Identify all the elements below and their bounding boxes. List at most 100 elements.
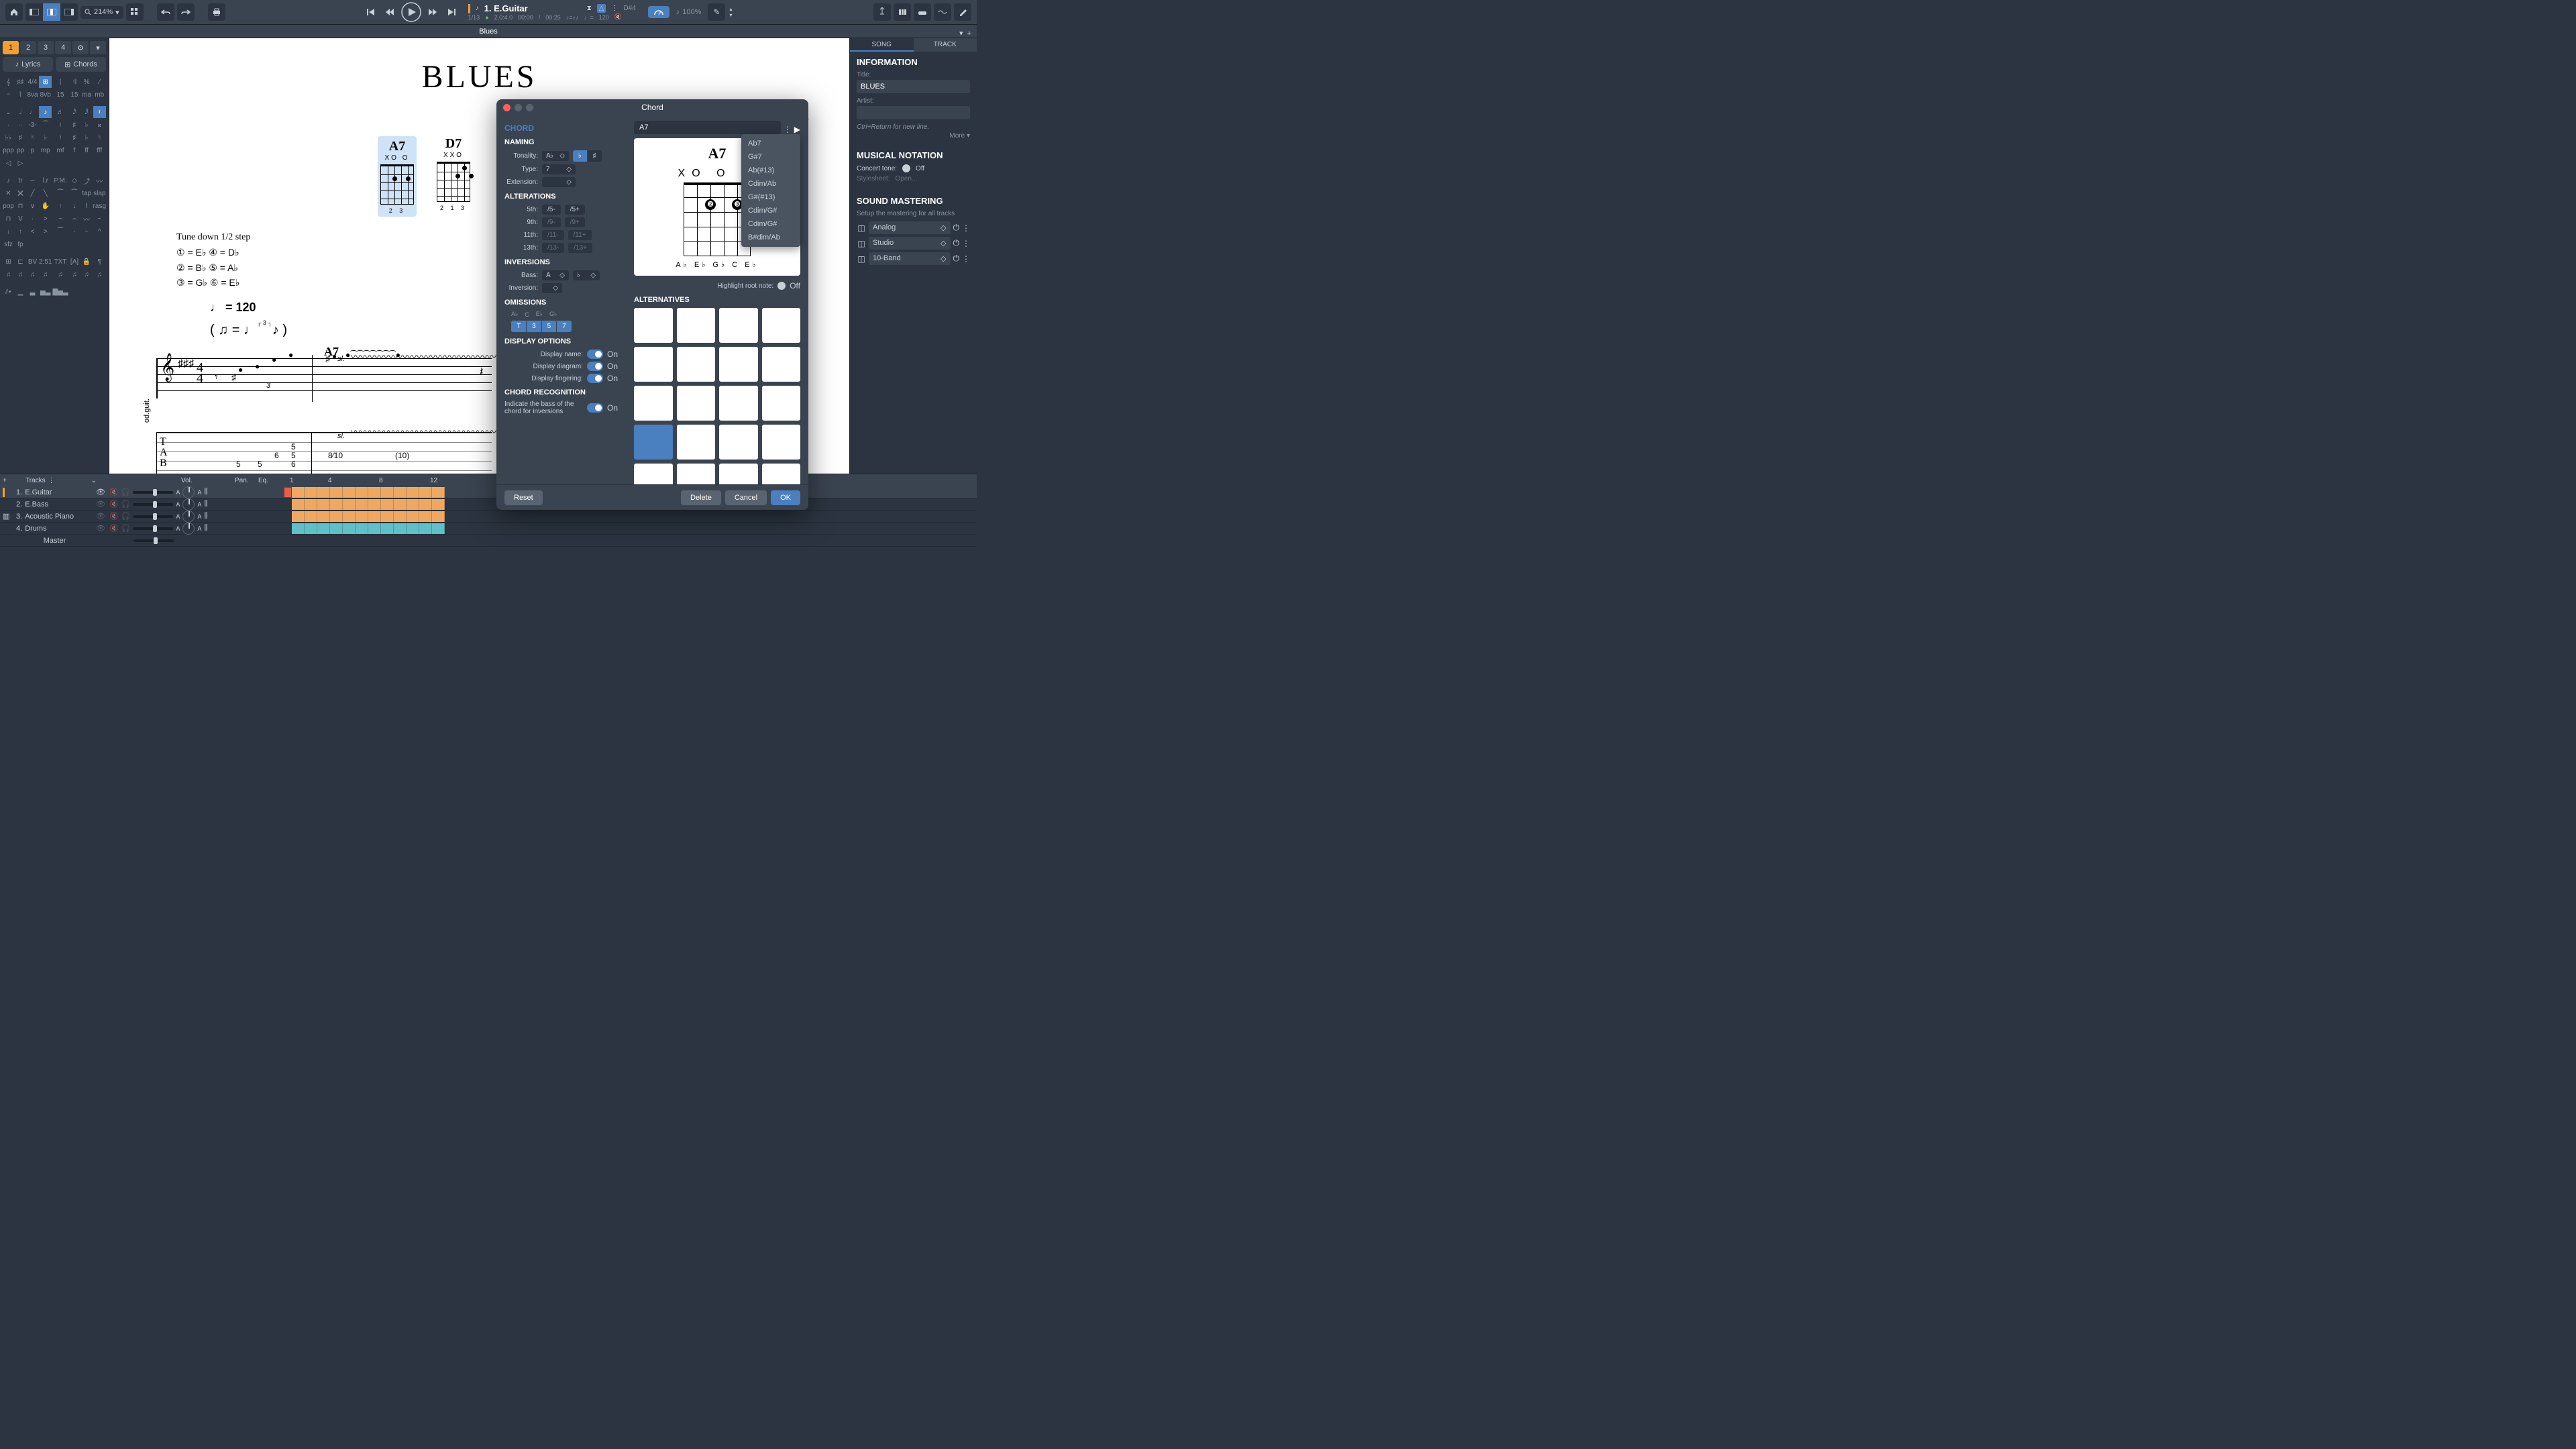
- palette-beam6[interactable]: ♫: [69, 268, 80, 280]
- palette-ddot[interactable]: ··: [15, 119, 26, 131]
- eq-button[interactable]: ⫼: [204, 500, 207, 508]
- solo-icon[interactable]: 🎧: [121, 512, 131, 521]
- highlight-root-toggle[interactable]: [777, 282, 786, 290]
- display-name-toggle[interactable]: [587, 350, 603, 359]
- home-button[interactable]: [5, 3, 23, 21]
- palette-tenuto[interactable]: −: [81, 225, 93, 237]
- palette-dyn-mp[interactable]: mp: [39, 144, 52, 156]
- more-info-button[interactable]: More ▾: [857, 132, 970, 140]
- chords-button[interactable]: ⊞Chords: [56, 57, 106, 72]
- palette-32nd[interactable]: 𝅘𝅥𝅰: [69, 106, 80, 118]
- palette-turn[interactable]: ∽: [27, 174, 38, 186]
- view-tab-settings[interactable]: ⚙: [72, 41, 89, 54]
- display-fingering-toggle[interactable]: [587, 374, 603, 383]
- view-tab-more[interactable]: ▾: [90, 41, 106, 54]
- palette-vel4[interactable]: ▇▅▃: [52, 286, 68, 298]
- mute-icon[interactable]: 🔇: [109, 512, 119, 521]
- alt-chord-14[interactable]: [677, 425, 716, 460]
- palette-beam3[interactable]: ♫: [27, 268, 38, 280]
- alt-13-minus[interactable]: /13-: [542, 243, 564, 253]
- view-tab-3[interactable]: 3: [38, 41, 54, 54]
- alt-chord-7[interactable]: [719, 347, 758, 382]
- grid-button[interactable]: [126, 3, 144, 21]
- palette-15ma[interactable]: 15: [52, 89, 68, 101]
- palette-down[interactable]: ↓: [69, 200, 80, 212]
- pan-knob[interactable]: [182, 486, 195, 498]
- chord-suggestion-item[interactable]: Ab7: [741, 137, 800, 150]
- solo-icon[interactable]: 🎧: [121, 488, 131, 496]
- palette-clef[interactable]: 𝄞: [3, 76, 14, 88]
- palette-bend[interactable]: ⤴: [81, 174, 93, 186]
- palette-beam1[interactable]: ♫: [3, 268, 14, 280]
- hourglass-icon[interactable]: ⧗: [587, 5, 592, 12]
- mute-icon[interactable]: 🔇: [109, 500, 119, 508]
- visibility-icon[interactable]: 👁: [96, 500, 105, 508]
- lyrics-button[interactable]: ♪Lyrics: [3, 57, 53, 72]
- palette-64th[interactable]: 𝅘𝅥𝅱: [81, 106, 93, 118]
- forward-end-button[interactable]: [443, 3, 460, 21]
- palette-decresc2[interactable]: >: [39, 225, 52, 237]
- palette-misc7[interactable]: ↓: [3, 225, 14, 237]
- speed-trainer-button[interactable]: [648, 6, 669, 18]
- palette-misc1[interactable]: ·: [27, 213, 38, 225]
- playback-speed[interactable]: ♪100%: [676, 8, 702, 16]
- palette-x2[interactable]: ✕: [15, 187, 26, 199]
- alt-13-plus[interactable]: /13+: [568, 243, 592, 253]
- play-button[interactable]: [400, 1, 423, 23]
- chord-suggestion-item[interactable]: B#dim/Ab: [741, 231, 800, 244]
- palette-cresc2[interactable]: <: [27, 225, 38, 237]
- chord-suggestion-item[interactable]: Cdim/G#: [741, 217, 800, 231]
- palette-vib[interactable]: 〰: [93, 174, 106, 186]
- tracks-menu[interactable]: ⋮: [48, 477, 55, 484]
- palette-misc2[interactable]: >: [39, 213, 52, 225]
- palette-pick2[interactable]: ∨: [27, 200, 38, 212]
- open-stylesheet-button[interactable]: Open...: [895, 175, 917, 182]
- alt-chord-13[interactable]: [634, 425, 673, 460]
- notation-staff[interactable]: 𝄞 ♯♯♯ 44 𝄾 ♯ ● ● ● ● 3 ♯ ● ●⁀⁀⁀⁀⁀⁀⁀●: [156, 358, 492, 398]
- palette-dyn-p[interactable]: p: [27, 144, 38, 156]
- tonality-select[interactable]: A♭◇: [542, 151, 569, 161]
- type-select[interactable]: 7◇: [542, 164, 576, 174]
- palette-nat2[interactable]: ♮: [27, 131, 38, 144]
- palette-barre[interactable]: ⊏: [15, 256, 26, 268]
- alt-chord-20[interactable]: [762, 464, 801, 484]
- eq-button[interactable]: ⫼: [204, 524, 207, 533]
- reset-button[interactable]: Reset: [504, 490, 543, 505]
- palette-8vb[interactable]: 8vb: [39, 89, 52, 101]
- redo-button[interactable]: [177, 3, 195, 21]
- minimize-dot[interactable]: ▾: [959, 27, 963, 40]
- palette-rest[interactable]: 𝄽: [93, 106, 106, 118]
- mastering-menu-3[interactable]: ⋮: [962, 254, 970, 264]
- palette-dyn-ff[interactable]: ff: [81, 144, 93, 156]
- track-row-piano[interactable]: ▥ 3. Acoustic Piano 👁 🔇 🎧 A A ⫼: [0, 511, 977, 523]
- pitch-down-button[interactable]: ▾: [729, 12, 732, 18]
- palette-arp[interactable]: ⌇: [81, 200, 93, 212]
- track-row-drums[interactable]: 4. Drums 👁 🔇 🎧 A A ⫼: [0, 523, 977, 535]
- solo-icon[interactable]: 🎧: [121, 500, 131, 508]
- chord-suggestion-item[interactable]: Cdim/Ab: [741, 177, 800, 191]
- ok-button[interactable]: OK: [771, 490, 800, 505]
- palette-fretboard[interactable]: ⊞: [3, 256, 14, 268]
- palette-pop[interactable]: pop: [3, 200, 14, 212]
- palette-slide[interactable]: ╱: [27, 187, 38, 199]
- tuning-fork-button[interactable]: ✎: [708, 3, 725, 21]
- palette-quarter[interactable]: ♩: [27, 106, 38, 118]
- palette-x[interactable]: ✕: [3, 187, 14, 199]
- undo-button[interactable]: [157, 3, 174, 21]
- volume-slider[interactable]: [133, 515, 173, 518]
- palette-half[interactable]: 𝅗𝅥: [15, 106, 26, 118]
- palette-beam4[interactable]: ♫: [39, 268, 52, 280]
- palette-staccato[interactable]: ·: [69, 225, 80, 237]
- palette-dyn-pp[interactable]: pp: [15, 144, 26, 156]
- palette-acc4[interactable]: ♭: [81, 131, 93, 144]
- view-tab-2[interactable]: 2: [20, 41, 36, 54]
- extension-select[interactable]: ◇: [542, 177, 576, 187]
- palette-lock[interactable]: 🔒: [81, 256, 93, 268]
- palette-simile[interactable]: %: [81, 76, 93, 88]
- timeline-playhead[interactable]: [284, 487, 292, 498]
- palette-beam7[interactable]: ♫: [81, 268, 93, 280]
- mastering-menu-1[interactable]: ⋮: [962, 223, 970, 233]
- track-row-ebass[interactable]: 2. E.Bass 👁 🔇 🎧 A A ⫼: [0, 498, 977, 511]
- tool-button-4[interactable]: [934, 3, 951, 21]
- palette-dyn-fff[interactable]: fff: [93, 144, 106, 156]
